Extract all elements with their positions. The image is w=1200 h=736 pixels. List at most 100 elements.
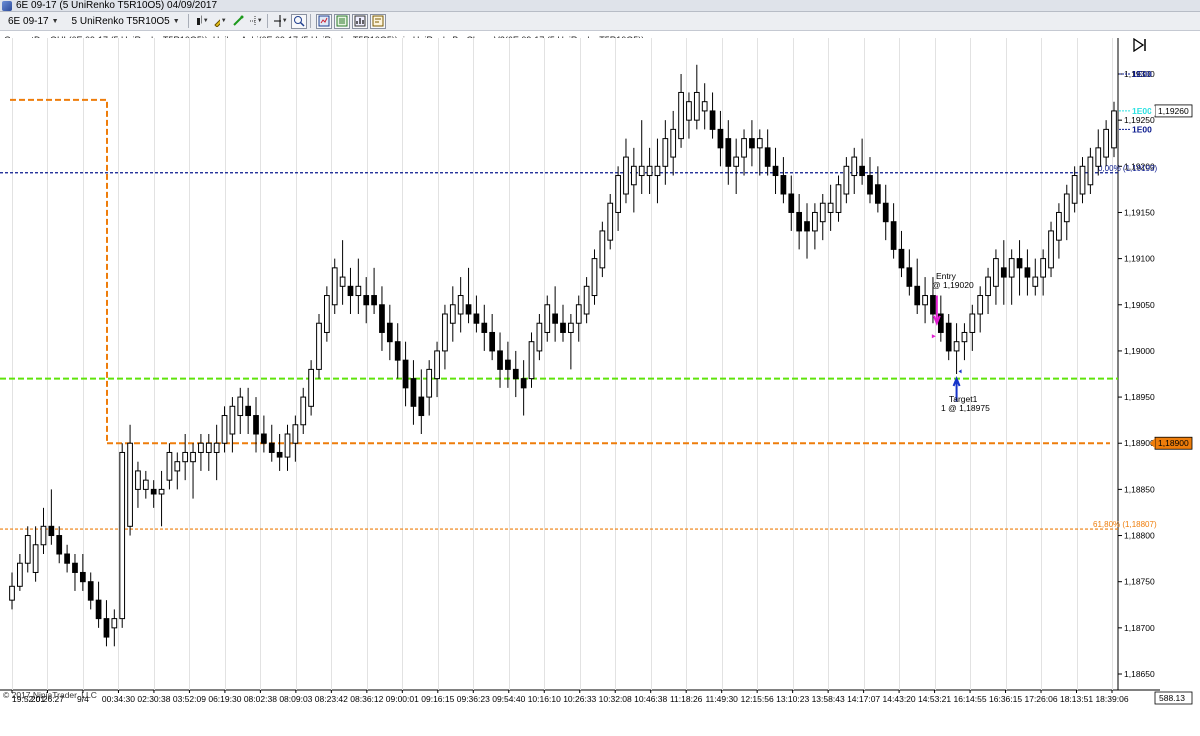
candle-body-up xyxy=(630,165,637,186)
candle-body-up xyxy=(1048,230,1054,269)
candle-body-up xyxy=(953,341,960,352)
zoom-button[interactable] xyxy=(290,13,307,29)
chart-trader-button[interactable] xyxy=(369,13,386,29)
scroll-to-end-button[interactable] xyxy=(1132,38,1148,52)
candle-body-up xyxy=(182,451,189,463)
candle-body-down xyxy=(371,295,377,306)
ninjatrader-app-icon xyxy=(2,1,12,11)
candle-body-up xyxy=(9,585,15,601)
time-tick-label: 10:26:33 xyxy=(563,694,596,704)
candle-body-up xyxy=(24,535,31,564)
candle-body-up xyxy=(851,156,858,177)
candle-body-down xyxy=(945,322,952,352)
candle-body-up xyxy=(1087,156,1094,186)
data-box-icon xyxy=(336,15,348,27)
candle-body-down xyxy=(764,147,771,167)
chevron-down-icon: ▼ xyxy=(281,18,288,24)
candle-body-down xyxy=(882,202,889,223)
candle-body-up xyxy=(693,91,700,121)
open-price-badge: 1,18900 xyxy=(1150,436,1193,450)
candle-body-up xyxy=(284,433,291,458)
crosshair-button[interactable]: ▼ xyxy=(273,14,289,29)
candle-body-up xyxy=(316,322,322,370)
candle-body-down xyxy=(481,322,488,333)
candle-body-down xyxy=(1024,267,1031,278)
candle-body-down xyxy=(1016,258,1023,269)
candle-body-down xyxy=(473,313,480,324)
candle-body-up xyxy=(961,331,968,343)
candle-body-up xyxy=(300,396,307,426)
candle-body-down xyxy=(261,433,267,444)
time-tick-label: 09:36:23 xyxy=(457,694,490,704)
time-tick-label: 08:23:42 xyxy=(315,694,348,704)
candle-body-down xyxy=(709,110,716,130)
candle-body-down xyxy=(796,211,803,232)
candle-body-up xyxy=(819,202,826,223)
instrument-selector[interactable]: 6E 09-17 ▼ xyxy=(3,14,64,29)
toolbar-separator xyxy=(309,14,311,28)
candle-body-down xyxy=(394,341,401,361)
candle-body-down xyxy=(874,184,881,204)
candle-body-down xyxy=(1000,267,1007,278)
price-chart[interactable]: 1,18650 1,18700 1,18750 1,18800 1,18850 1,189… xyxy=(0,31,1200,736)
candle-body-up xyxy=(575,304,582,324)
fib-0-label: 0,00% (1,19193) xyxy=(1098,164,1157,173)
price-tick-label: 1,19100 xyxy=(1124,254,1155,264)
bar-type-selector[interactable]: 5 UniRenko T5R10O5 ▼ xyxy=(67,14,185,29)
candle-body-up xyxy=(835,184,842,213)
candle-body-down xyxy=(276,451,283,458)
plot-area[interactable] xyxy=(1,38,1118,690)
data-box-button[interactable] xyxy=(333,13,350,29)
chart-toolbar: 6E 09-17 ▼ 5 UniRenko T5R10O5 ▼ ▼ ▼ ▼ ▼ xyxy=(0,12,1200,31)
strategies-icon xyxy=(354,15,366,27)
candle-body-up xyxy=(142,479,149,490)
time-tick-label: 09:54:40 xyxy=(492,694,525,704)
candle-body-down xyxy=(418,396,425,417)
candle-body-up xyxy=(457,295,464,315)
play-to-end-icon xyxy=(1133,38,1145,52)
candle-body-down xyxy=(520,378,527,389)
candle-body-down xyxy=(103,618,110,638)
candle-body-up xyxy=(969,313,976,333)
candle-body-up xyxy=(607,202,614,241)
candle-body-up xyxy=(756,138,763,149)
candle-body-up xyxy=(993,258,999,287)
candle-body-down xyxy=(402,359,409,389)
time-tick-label: 06:19:30 xyxy=(208,694,241,704)
candle-body-down xyxy=(379,304,385,333)
price-tick-label: 1,19050 xyxy=(1124,300,1155,310)
candle-body-up xyxy=(127,442,133,527)
chevron-down-icon: ▼ xyxy=(202,18,209,24)
time-tick-label: 09:16:15 xyxy=(421,694,454,704)
bar-style-button[interactable]: ▼ xyxy=(194,14,210,29)
candle-body-up xyxy=(1071,175,1078,204)
time-tick-label: 14:17:07 xyxy=(847,694,880,704)
time-tick-label: 18:39:06 xyxy=(1095,694,1128,704)
candle-body-down xyxy=(386,322,393,343)
drawing-tools-button[interactable]: ▼ xyxy=(212,14,228,29)
strategies-button[interactable] xyxy=(351,13,368,29)
properties-button[interactable] xyxy=(315,13,332,29)
trade-tools-button[interactable] xyxy=(230,14,246,29)
candle-body-up xyxy=(1079,165,1086,195)
candle-body-up xyxy=(135,470,141,490)
candle-body-down xyxy=(79,571,86,583)
candle-body-down xyxy=(930,295,936,315)
candle-body-down xyxy=(505,359,511,370)
price-tick-label: 1,18800 xyxy=(1124,531,1155,541)
candle-body-up xyxy=(843,165,850,195)
axis-readout-text: 588.13 xyxy=(1159,693,1185,703)
candle-body-up xyxy=(40,525,47,546)
candle-body-up xyxy=(623,156,629,195)
candle-body-up xyxy=(1032,276,1039,287)
candle-body-up xyxy=(1095,147,1102,167)
candle-body-down xyxy=(268,442,275,453)
time-tick-label: 14:43:20 xyxy=(883,694,916,704)
time-tick-label: 11:18:26 xyxy=(670,694,703,704)
candle-body-down xyxy=(87,581,94,601)
candle-body-up xyxy=(544,304,551,333)
candle-body-up xyxy=(1103,128,1109,158)
candle[interactable] xyxy=(119,443,126,628)
chart-grid-button[interactable]: ▼ xyxy=(248,14,264,29)
candle[interactable] xyxy=(316,314,322,379)
